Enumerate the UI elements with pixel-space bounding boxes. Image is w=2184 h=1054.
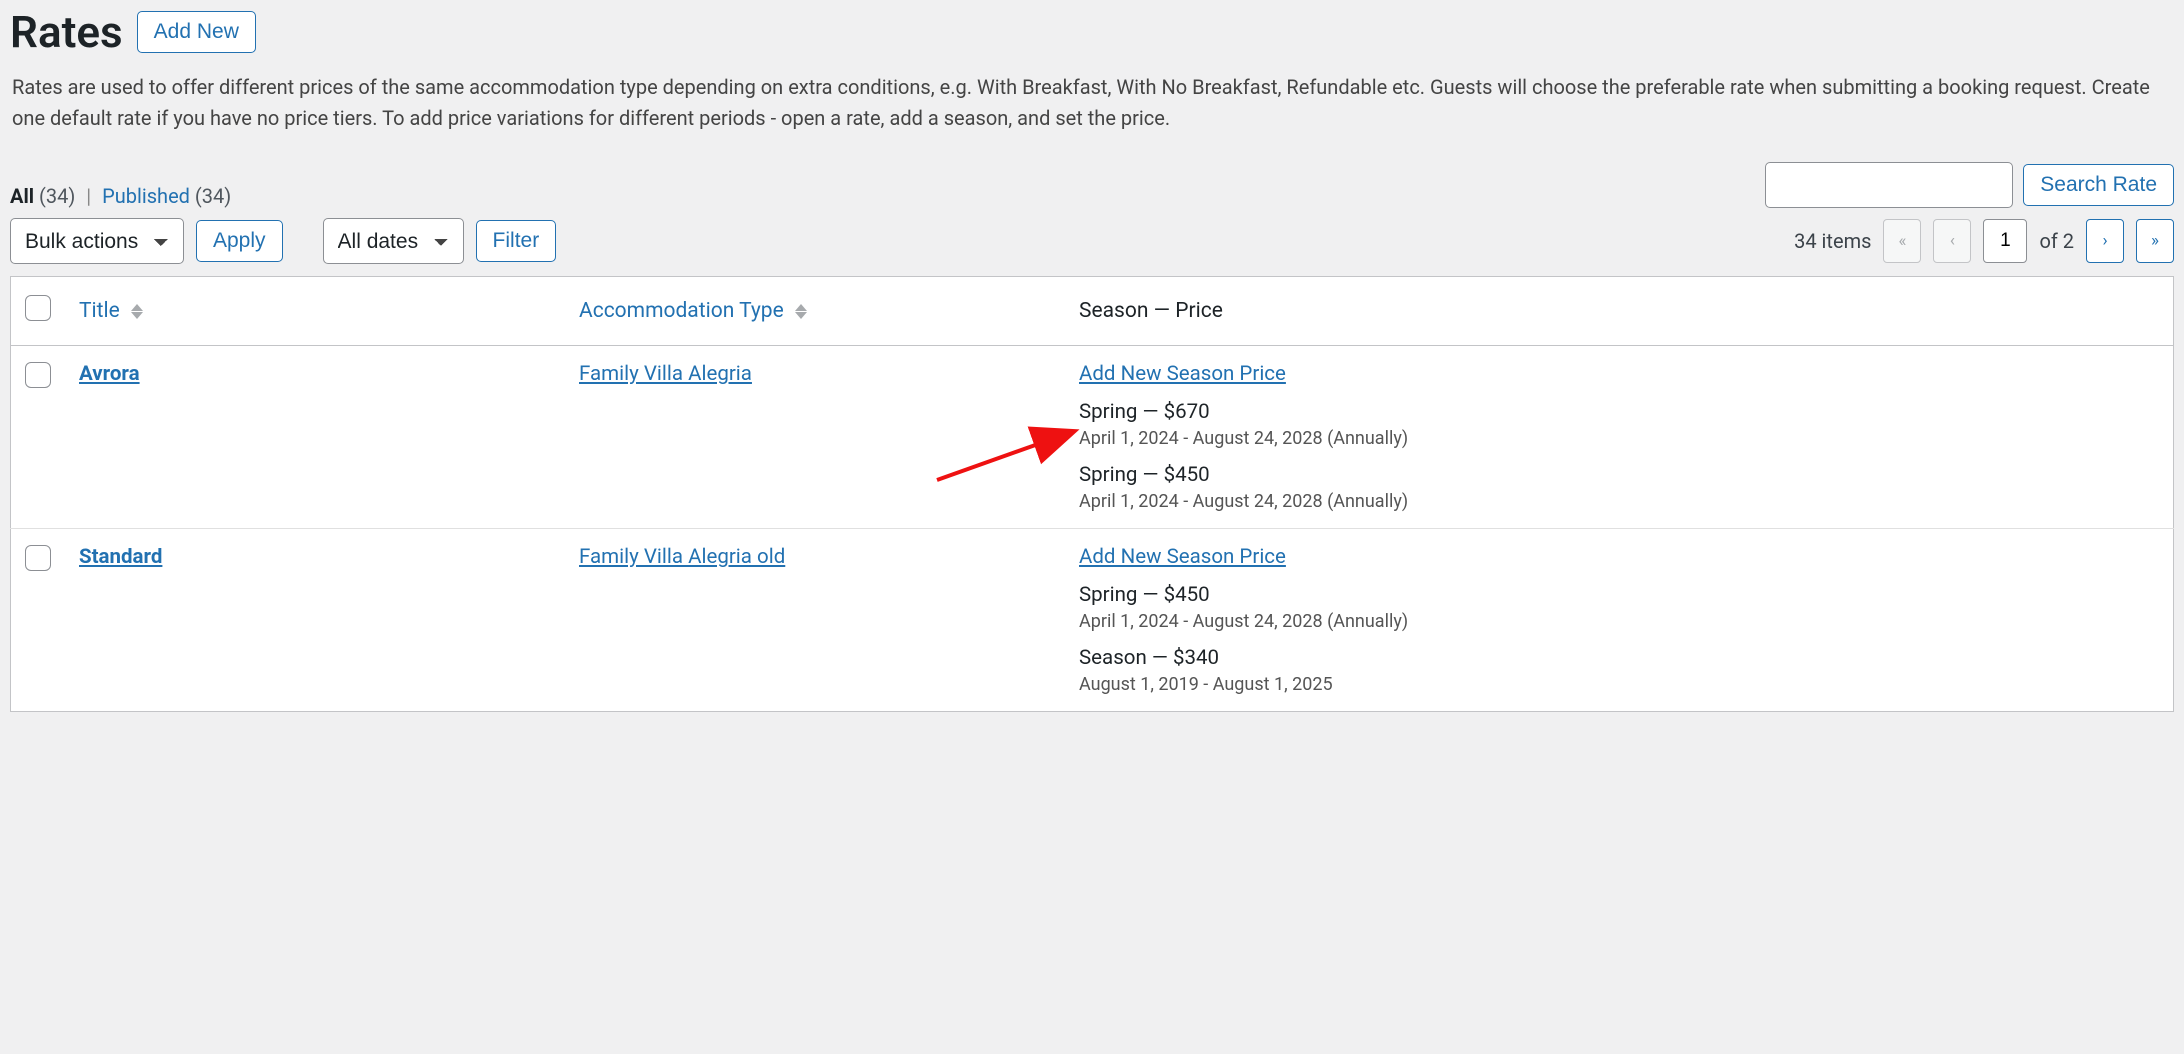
accommodation-link[interactable]: Family Villa Alegria old: [579, 545, 785, 569]
items-count-label: 34 items: [1794, 229, 1871, 253]
add-new-button[interactable]: Add New: [137, 11, 256, 53]
total-pages-label: of 2: [2039, 229, 2074, 253]
sort-icon: [131, 304, 143, 319]
column-title-header[interactable]: Title: [79, 299, 120, 323]
filter-button[interactable]: Filter: [476, 220, 557, 262]
season-price-line: Spring — $450: [1079, 583, 2159, 607]
date-filter-select[interactable]: All dates: [323, 218, 464, 264]
table-row: Avrora Family Villa Alegria Add New Season…: [11, 346, 2174, 529]
filter-published-count: (34): [195, 184, 231, 208]
sort-icon: [795, 304, 807, 319]
view-filters: All (34) | Published (34): [10, 184, 231, 208]
add-new-season-price-link[interactable]: Add New Season Price: [1079, 545, 1286, 569]
season-date-range: August 1, 2019 - August 1, 2025: [1079, 674, 2159, 695]
row-checkbox[interactable]: [25, 362, 51, 388]
last-page-button[interactable]: »: [2136, 219, 2174, 263]
season-price-line: Spring — $450: [1079, 463, 2159, 487]
apply-button[interactable]: Apply: [196, 220, 283, 262]
first-page-button: «: [1883, 219, 1921, 263]
add-new-season-price-link[interactable]: Add New Season Price: [1079, 362, 1286, 386]
season-price-block: Season — $340 August 1, 2019 - August 1, …: [1079, 646, 2159, 695]
season-price-block: Spring — $450 April 1, 2024 - August 24, …: [1079, 463, 2159, 512]
bulk-actions-select[interactable]: Bulk actions: [10, 218, 184, 264]
select-all-checkbox[interactable]: [25, 295, 51, 321]
current-page-input[interactable]: [1983, 219, 2027, 263]
row-title-link[interactable]: Avrora: [79, 362, 140, 386]
row-title-link[interactable]: Standard: [79, 545, 162, 569]
season-date-range: April 1, 2024 - August 24, 2028 (Annuall…: [1079, 491, 2159, 512]
accommodation-link[interactable]: Family Villa Alegria: [579, 362, 752, 386]
filter-all-count: (34): [39, 184, 75, 208]
column-accommodation-header[interactable]: Accommodation Type: [579, 299, 784, 323]
page-title: Rates: [10, 10, 123, 54]
season-date-range: April 1, 2024 - August 24, 2028 (Annuall…: [1079, 428, 2159, 449]
prev-page-button: ‹: [1933, 219, 1971, 263]
row-checkbox[interactable]: [25, 545, 51, 571]
search-button[interactable]: Search Rate: [2023, 164, 2174, 206]
season-price-block: Spring — $670 April 1, 2024 - August 24, …: [1079, 400, 2159, 449]
table-row: Standard Family Villa Alegria old Add New …: [11, 529, 2174, 712]
filter-all-label[interactable]: All: [10, 184, 34, 208]
season-price-block: Spring — $450 April 1, 2024 - August 24, …: [1079, 583, 2159, 632]
page-description: Rates are used to offer different prices…: [12, 72, 2172, 134]
filter-published-link[interactable]: Published: [102, 184, 190, 208]
column-season-price-header: Season — Price: [1065, 277, 2174, 346]
next-page-button[interactable]: ›: [2086, 219, 2124, 263]
filter-separator: |: [86, 184, 91, 208]
season-date-range: April 1, 2024 - August 24, 2028 (Annuall…: [1079, 611, 2159, 632]
season-price-line: Spring — $670: [1079, 400, 2159, 424]
season-price-line: Season — $340: [1079, 646, 2159, 670]
search-input[interactable]: [1765, 162, 2013, 208]
